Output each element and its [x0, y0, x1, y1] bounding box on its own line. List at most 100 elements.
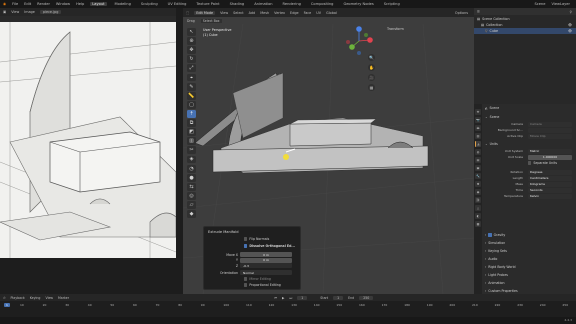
menu-render[interactable]: Render	[37, 2, 50, 6]
dissolve-checkbox[interactable]	[244, 244, 248, 248]
length-dropdown[interactable]: Centimeters	[528, 175, 572, 181]
bevel-tool-icon[interactable]: ◩	[187, 128, 196, 137]
z-axis-icon[interactable]	[356, 26, 362, 32]
tab-modeling[interactable]: Modeling	[113, 2, 133, 6]
texture-tab-icon[interactable]: ▩	[475, 221, 481, 227]
simulation-panel[interactable]: › Simulation	[485, 241, 505, 245]
inset-tool-icon[interactable]: ⧉	[187, 119, 196, 128]
edge-slide-tool-icon[interactable]: ⇆	[187, 182, 196, 191]
mirror-editing-checkbox[interactable]	[244, 277, 248, 281]
menu-edit[interactable]: Edit	[24, 2, 31, 6]
menu-window[interactable]: Window	[56, 2, 70, 6]
keying-sets-panel[interactable]: › Keying Sets	[485, 249, 507, 253]
move-x-field[interactable]: 0 m	[240, 252, 292, 257]
data-tab-icon[interactable]: △	[475, 205, 481, 211]
timeline-ruler[interactable]: 1 10 20 30 40 50 60 70 80 90 100 110 120 130 140 150 16…	[0, 301, 576, 309]
tab-geometry-nodes[interactable]: Geometry Nodes	[341, 2, 375, 6]
playhead-frame[interactable]: 1	[4, 303, 10, 307]
shear-tool-icon[interactable]: ▱	[187, 201, 196, 209]
transform-tool-icon[interactable]: ⌖	[187, 73, 196, 82]
y-axis-icon[interactable]	[349, 44, 355, 50]
mass-dropdown[interactable]: Kilograms	[528, 181, 572, 187]
filter-icon[interactable]: ⚲	[570, 10, 572, 14]
tab-scripting[interactable]: Scripting	[382, 2, 402, 6]
active-clip-field[interactable]: Movie Clip	[528, 133, 572, 139]
output-tab-icon[interactable]: 🖶	[475, 125, 481, 131]
physics-tab-icon[interactable]: ◉	[475, 189, 481, 195]
timeline-menu-keying[interactable]: Keying	[30, 296, 41, 300]
scene-tab-icon[interactable]: ◭	[475, 141, 481, 147]
custom-properties-panel[interactable]: › Custom Properties	[485, 289, 518, 293]
world-tab-icon[interactable]: ◍	[475, 149, 481, 155]
modifier-tab-icon[interactable]: 🔧	[475, 173, 481, 179]
operator-title[interactable]: Extrude Manifold	[208, 230, 239, 234]
visibility-eye-icon[interactable]: 👁	[568, 29, 572, 33]
tab-sculpting[interactable]: Sculpting	[139, 2, 160, 6]
audio-panel[interactable]: › Audio	[485, 257, 497, 261]
tool-tab-icon[interactable]: ⚒	[475, 109, 481, 115]
spin-tool-icon[interactable]: ◔	[187, 164, 196, 173]
select-tool-icon[interactable]: ↖	[187, 28, 196, 36]
separate-units-row[interactable]: Separate Units	[528, 161, 557, 165]
image-menu-view[interactable]: View	[11, 10, 19, 14]
timeline-menu-marker[interactable]: Marker	[58, 296, 69, 300]
jump-end-icon[interactable]: ⏭	[289, 296, 292, 300]
flip-normals-row[interactable]: Flip Normals	[244, 237, 269, 241]
tab-animation[interactable]: Animation	[252, 2, 274, 6]
start-field[interactable]: 1	[333, 295, 344, 300]
scene-selector[interactable]: Scene	[534, 2, 545, 6]
object-tab-icon[interactable]: ▣	[475, 165, 481, 171]
extrude-tool-icon[interactable]: ⇡	[187, 109, 196, 118]
orientation-dropdown[interactable]: Normal	[240, 270, 292, 275]
collection-tab-icon[interactable]: ▤	[475, 157, 481, 163]
move-y-field[interactable]: 0 m	[240, 257, 292, 263]
timeline-menu-playback[interactable]: Playback	[11, 296, 25, 300]
editor-type-icon[interactable]: ⏱	[3, 296, 6, 300]
background-scene-field[interactable]	[528, 127, 572, 133]
constraints-tab-icon[interactable]: ⛓	[475, 197, 481, 203]
image-name-field[interactable]: piece.jpg	[39, 10, 62, 14]
jump-start-icon[interactable]: ⏮	[274, 296, 277, 300]
tab-uv-editing[interactable]: UV Editing	[166, 2, 189, 6]
rotation-dropdown[interactable]: Degrees	[528, 169, 572, 175]
material-tab-icon[interactable]: ◐	[475, 213, 481, 219]
play-icon[interactable]: ▶	[282, 296, 284, 300]
current-frame-field[interactable]: 1	[297, 295, 308, 300]
3d-viewport[interactable]: ⬚ Edit Mode View Select Add Mesh Vertex …	[183, 8, 474, 294]
end-field[interactable]: 250	[359, 295, 374, 300]
light-probes-panel[interactable]: › Light Probes	[485, 273, 508, 277]
cursor-tool-icon[interactable]: ⊕	[187, 37, 196, 46]
reference-image[interactable]	[0, 22, 177, 258]
time-dropdown[interactable]: Seconds	[528, 187, 572, 193]
move-tool-icon[interactable]: ✥	[187, 46, 196, 55]
tab-rendering[interactable]: Rendering	[281, 2, 303, 6]
mirror-editing-row[interactable]: Mirror Editing	[244, 277, 271, 281]
animation-panel[interactable]: › Animation	[485, 281, 505, 285]
particles-tab-icon[interactable]: ✺	[475, 181, 481, 187]
x-axis-icon[interactable]	[367, 37, 373, 43]
measure-tool-icon[interactable]: 📏	[187, 91, 196, 100]
add-cube-tool-icon[interactable]: ▢	[187, 100, 196, 109]
blender-logo-icon[interactable]: ◉	[3, 2, 6, 6]
shrink-fatten-tool-icon[interactable]: ◎	[187, 191, 196, 200]
sidebar-transform-label[interactable]: Transform	[387, 27, 404, 31]
unit-scale-field[interactable]: 1.000000	[528, 154, 572, 160]
tab-texture-paint[interactable]: Texture Paint	[194, 2, 221, 6]
gravity-checkbox[interactable]	[488, 233, 492, 237]
menu-help[interactable]: Help	[76, 2, 84, 6]
pan-hand-icon[interactable]: ✋	[368, 64, 375, 71]
move-z-field[interactable]: -0.3	[240, 263, 292, 268]
tab-shading[interactable]: Shading	[228, 2, 247, 6]
camera-field[interactable]: Camera	[528, 121, 572, 127]
view-layer-tab-icon[interactable]: ▧	[475, 133, 481, 139]
perspective-grid-icon[interactable]: ▦	[368, 84, 375, 91]
unit-system-dropdown[interactable]: Metric	[528, 148, 572, 154]
navigation-gizmo[interactable]	[345, 26, 373, 56]
poly-build-tool-icon[interactable]: ◈	[187, 155, 196, 164]
editor-type-icon[interactable]: ☰	[477, 10, 480, 14]
scale-tool-icon[interactable]: ⤢	[187, 64, 196, 73]
proportional-row[interactable]: Proportional Editing	[244, 283, 281, 287]
loop-cut-tool-icon[interactable]: ▥	[187, 137, 196, 146]
visibility-eye-icon[interactable]: 👁	[568, 23, 572, 27]
outliner-row-cube[interactable]: ▽ Cube 👁	[474, 28, 576, 34]
